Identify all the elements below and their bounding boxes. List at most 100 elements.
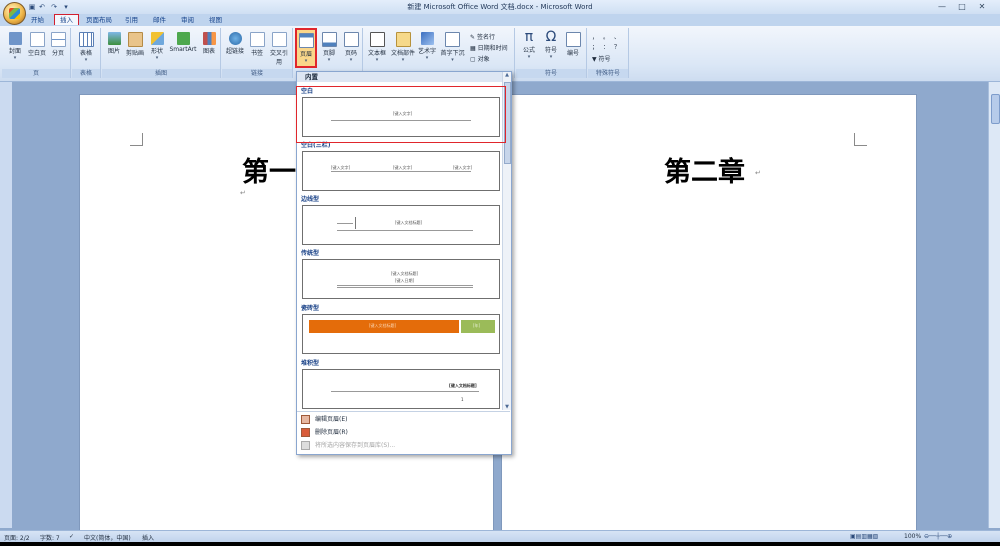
text-box-button[interactable]: 文本框 ▾ bbox=[366, 32, 388, 63]
numbering-button[interactable]: 编号 bbox=[562, 32, 584, 57]
tab-references[interactable]: 引用 bbox=[120, 15, 143, 25]
save-icon[interactable]: ▣ bbox=[28, 3, 36, 11]
edit-header-menu-item[interactable]: 编辑页眉(E) bbox=[301, 414, 347, 426]
date-time-button[interactable]: ▦ 日期和时间 bbox=[470, 43, 508, 52]
vertical-scrollbar[interactable] bbox=[988, 82, 1000, 528]
tab-review[interactable]: 审阅 bbox=[176, 15, 199, 25]
group-symbols-label: 符号 bbox=[516, 69, 586, 78]
page-break-button[interactable]: 分页 bbox=[47, 32, 69, 57]
page-number-button[interactable]: 页码 ▾ bbox=[340, 32, 362, 63]
redo-icon[interactable]: ↷ bbox=[50, 3, 58, 11]
watermark-url: jingyan.baidu.com bbox=[778, 503, 880, 516]
scrollbar-thumb[interactable] bbox=[991, 94, 1000, 124]
preview-rule bbox=[331, 391, 479, 392]
dropdown-arrow-icon: ▾ bbox=[327, 57, 331, 63]
undo-icon[interactable]: ↶ bbox=[38, 3, 46, 11]
pi-icon: π bbox=[524, 29, 534, 45]
preview-page-number: 1 bbox=[461, 397, 464, 402]
tab-home[interactable]: 开始 bbox=[26, 15, 49, 25]
gallery-item-stacks[interactable]: [键入文档标题] 1 bbox=[302, 369, 500, 409]
dropdown-arrow-icon: ▾ bbox=[13, 55, 17, 61]
status-insert-mode[interactable]: 插入 bbox=[142, 533, 154, 542]
tab-insert[interactable]: 插入 bbox=[54, 14, 79, 25]
watermark-brand: Bai经验 bbox=[758, 466, 892, 506]
special-symbol-dunhao[interactable]: 、 bbox=[614, 32, 620, 41]
special-symbol-dropdown[interactable]: ▼ 符号 bbox=[592, 54, 611, 63]
special-symbol-colon[interactable]: ： bbox=[603, 42, 609, 51]
cross-reference-button[interactable]: 交叉引用 bbox=[268, 32, 290, 66]
special-symbol-semicolon[interactable]: ； bbox=[592, 42, 598, 51]
close-button[interactable]: ✕ bbox=[972, 1, 992, 13]
wordart-icon bbox=[420, 32, 434, 45]
scroll-down-icon[interactable]: ▼ bbox=[503, 404, 511, 410]
qat-dropdown-icon[interactable]: ▾ bbox=[62, 3, 70, 11]
maximize-button[interactable]: □ bbox=[952, 1, 972, 13]
gallery-item-blank-three-column[interactable]: [键入文字] [键入文字] [键入文字] bbox=[302, 151, 500, 191]
quick-parts-button[interactable]: 文档部件 ▾ bbox=[390, 32, 416, 63]
picture-icon bbox=[107, 32, 121, 45]
scroll-up-icon[interactable]: ▲ bbox=[503, 72, 511, 78]
office-logo-icon bbox=[9, 8, 20, 19]
hyperlink-button[interactable]: 超链接 bbox=[224, 32, 246, 55]
signature-line-label: 签名行 bbox=[476, 34, 495, 41]
preview-tile-orange: [键入文档标题] bbox=[309, 320, 459, 333]
preview-rule bbox=[337, 287, 473, 288]
bookmark-button[interactable]: 书签 bbox=[246, 32, 268, 57]
group-tables-label: 表格 bbox=[72, 69, 100, 78]
group-pages-label: 页 bbox=[2, 69, 70, 78]
dropdown-arrow-icon: ▾ bbox=[425, 55, 429, 61]
chapter-heading-2: 第二章 bbox=[664, 157, 745, 188]
margin-corner bbox=[130, 133, 143, 146]
gallery-item-sideline[interactable]: [键入文档标题] bbox=[302, 205, 500, 245]
picture-button[interactable]: 图片 bbox=[103, 32, 125, 55]
shapes-button[interactable]: 形状 ▾ bbox=[146, 32, 168, 61]
blank-page-button[interactable]: 空白页 bbox=[26, 32, 48, 57]
remove-header-icon bbox=[301, 428, 310, 437]
drop-cap-label: 首字下沉 bbox=[440, 50, 465, 57]
remove-header-label: 删除页眉(R) bbox=[315, 429, 348, 436]
view-buttons-icon[interactable]: ▣▤▥▦▧ bbox=[850, 533, 878, 540]
spelling-check-icon[interactable]: ✓ bbox=[69, 533, 74, 540]
table-button[interactable]: 表格 ▾ bbox=[75, 32, 97, 63]
equation-button[interactable]: π 公式 ▾ bbox=[518, 29, 540, 61]
group-special-symbols: ， 。 、 ； ： ？ ▼ 符号 特殊符号 bbox=[588, 28, 629, 78]
footer-icon bbox=[321, 32, 337, 47]
chart-button[interactable]: 图表 bbox=[198, 32, 220, 55]
symbol-label: 符号 bbox=[544, 47, 557, 54]
status-word-count[interactable]: 字数: 7 bbox=[40, 533, 60, 542]
status-page[interactable]: 页面: 2/2 bbox=[4, 533, 30, 542]
tab-view[interactable]: 视图 bbox=[204, 15, 227, 25]
zoom-slider[interactable]: ⊖──┼──⊕ bbox=[924, 533, 952, 540]
numbering-icon bbox=[565, 32, 581, 47]
special-symbol-question[interactable]: ？ bbox=[614, 42, 620, 51]
preview-rule bbox=[331, 171, 471, 172]
gallery-item-tiles[interactable]: [键入文档标题] [年] bbox=[302, 314, 500, 354]
special-symbol-comma[interactable]: ， bbox=[592, 32, 598, 41]
chart-label: 图表 bbox=[202, 48, 215, 55]
gallery-item-label: 传统型 bbox=[301, 250, 320, 257]
gallery-item-traditional[interactable]: [键入文档标题] [键入日期] bbox=[302, 259, 500, 299]
preview-rule bbox=[337, 285, 473, 286]
object-button[interactable]: ▢ 对象 bbox=[470, 54, 490, 63]
wordart-button[interactable]: 艺术字 ▾ bbox=[416, 32, 438, 61]
status-language[interactable]: 中文(简体，中国) bbox=[84, 533, 131, 542]
blank-page-icon bbox=[29, 32, 45, 47]
dropdown-arrow-icon: ▾ bbox=[375, 57, 379, 63]
tab-mailings[interactable]: 邮件 bbox=[148, 15, 171, 25]
tab-page-layout[interactable]: 页面布局 bbox=[81, 15, 117, 25]
special-symbol-period[interactable]: 。 bbox=[603, 32, 609, 41]
save-selection-to-gallery-menu-item[interactable]: 将所选内容保存到页眉库(S)... bbox=[301, 440, 395, 452]
minimize-button[interactable]: — bbox=[932, 1, 952, 13]
signature-line-button[interactable]: ✎ 签名行 bbox=[470, 32, 495, 41]
zoom-level[interactable]: 100% bbox=[904, 533, 921, 540]
smartart-button[interactable]: SmartArt bbox=[168, 32, 198, 53]
header-button[interactable]: 页眉 ▾ bbox=[295, 28, 317, 68]
page-number-icon bbox=[343, 32, 359, 47]
symbol-button[interactable]: Ω 符号 ▾ bbox=[540, 30, 562, 61]
cover-page-button[interactable]: 封面 ▾ bbox=[4, 32, 26, 61]
office-button[interactable] bbox=[3, 2, 26, 25]
remove-header-menu-item[interactable]: 删除页眉(R) bbox=[301, 427, 348, 439]
footer-button[interactable]: 页脚 ▾ bbox=[318, 32, 340, 63]
clip-art-button[interactable]: 剪贴画 bbox=[124, 32, 146, 57]
drop-cap-button[interactable]: 首字下沉 ▾ bbox=[439, 32, 466, 63]
